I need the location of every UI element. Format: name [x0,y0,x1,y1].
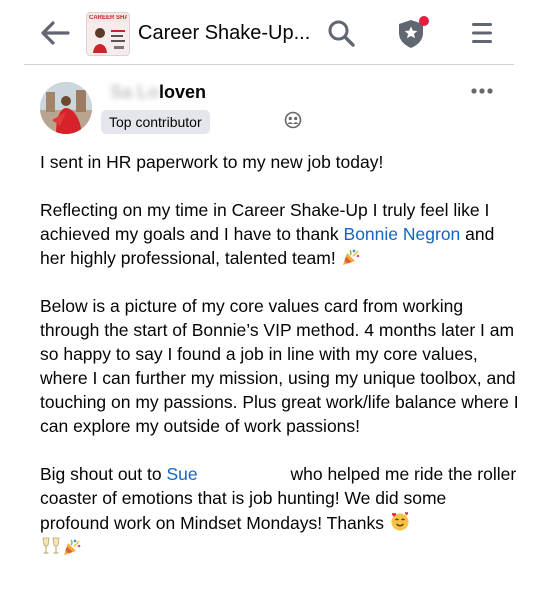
author-avatar[interactable] [40,82,92,134]
post-paragraph-2: Reflecting on my time in Career Shake-Up… [40,200,495,268]
notification-dot [419,16,429,26]
audience-group-icon [284,111,302,129]
group-title[interactable]: Career Shake-Up... [138,20,310,46]
admin-shield-star-icon[interactable] [394,14,432,52]
group-thumbnail[interactable]: CAREER SHAKE-UP CL [86,12,130,56]
top-bar: CAREER SHAKE-UP CL Career Shake-Up... [0,0,538,64]
menu-icon[interactable] [468,18,496,48]
party-popper-emoji [342,249,359,265]
post-paragraph-1: I sent in HR paperwork to my new job tod… [40,152,384,172]
group-thumbnail-image [87,22,129,55]
author-name[interactable]: Sa Loloven [110,80,206,104]
smiling-face-hearts-emoji [391,512,409,531]
champagne-glasses-emoji [42,537,60,554]
mention-bonnie-negron[interactable]: Bonnie Negron [344,224,461,244]
party-popper-emoji [64,539,81,555]
top-contributor-badge: Top contributor [101,110,210,134]
back-arrow-icon[interactable] [38,16,72,50]
mention-sue[interactable]: Sue [166,464,197,484]
search-icon[interactable] [326,18,356,48]
more-options-icon[interactable] [470,84,494,98]
post-paragraph-4: Big shout out to Sue who helped me ride … [40,462,520,560]
post-body: I sent in HR paperwork to my new job tod… [40,150,520,584]
post-paragraph-3: Below is a picture of my core values car… [40,296,519,436]
header-divider [24,64,514,65]
